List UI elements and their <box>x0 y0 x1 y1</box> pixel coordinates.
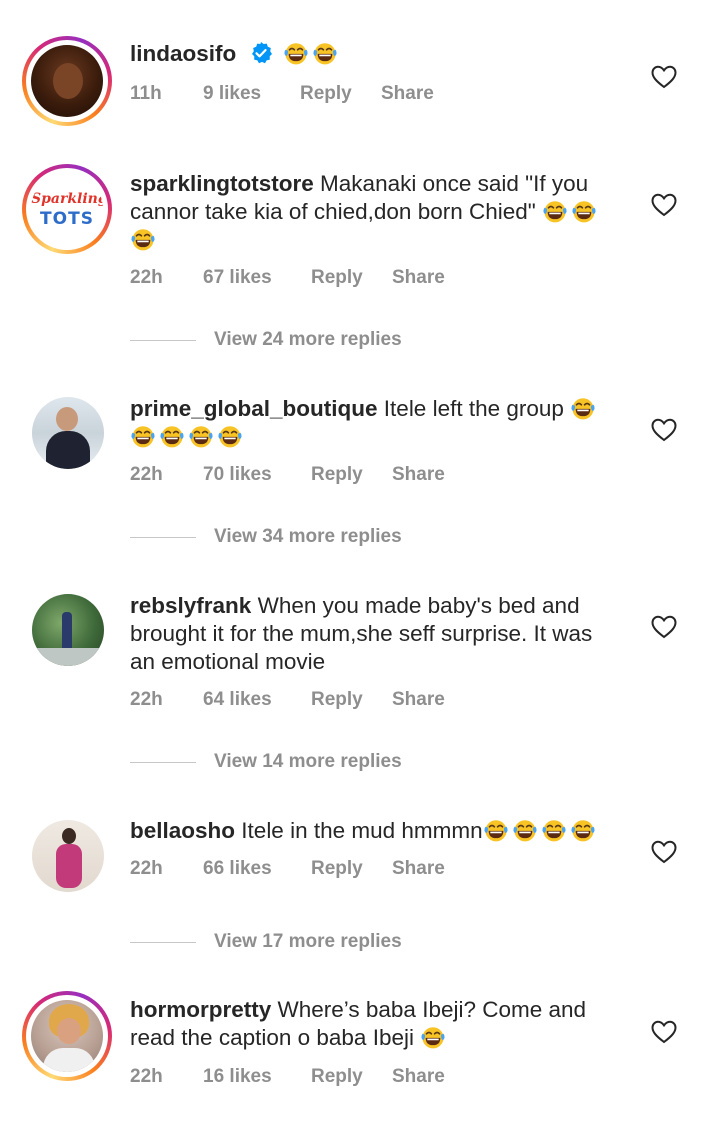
heart-outline-icon[interactable] <box>651 615 677 639</box>
heart-outline-icon[interactable] <box>651 193 677 217</box>
view-replies-label: View 14 more replies <box>214 751 402 772</box>
share-button[interactable]: Share <box>392 267 445 289</box>
username[interactable]: prime_global_boutique <box>130 396 378 421</box>
reply-button[interactable]: Reply <box>311 1066 363 1088</box>
timestamp: 22h <box>130 267 163 288</box>
laughing-tears-emoji-icon <box>130 423 156 449</box>
laughing-tears-emoji-icon <box>541 817 567 843</box>
laughing-tears-emoji-icon <box>483 817 509 843</box>
divider <box>130 537 196 538</box>
share-button[interactable]: Share <box>381 83 434 105</box>
timestamp: 22h <box>130 464 163 485</box>
laughing-tears-emoji-icon <box>571 198 597 224</box>
reply-button[interactable]: Reply <box>300 83 352 105</box>
avatar[interactable] <box>32 594 104 666</box>
timestamp: 11h <box>130 83 162 104</box>
share-button[interactable]: Share <box>392 858 445 880</box>
username[interactable]: lindaosifo <box>130 41 236 66</box>
laughing-tears-emoji-icon <box>283 40 309 66</box>
view-replies-label: View 24 more replies <box>214 329 402 350</box>
likes-count[interactable]: 66 likes <box>203 858 272 880</box>
share-button[interactable]: Share <box>392 464 445 486</box>
laughing-tears-emoji-icon <box>188 423 214 449</box>
username[interactable]: sparklingtotstore <box>130 171 314 196</box>
timestamp: 22h <box>130 858 163 879</box>
likes-count[interactable]: 67 likes <box>203 267 272 289</box>
comment-body: Itele left the group <box>383 396 564 421</box>
laughing-tears-emoji-icon <box>570 395 596 421</box>
avatar-photo <box>32 594 104 666</box>
avatar[interactable] <box>32 397 104 469</box>
avatar-photo <box>32 820 104 892</box>
store-logo: Sparkling TOTS <box>31 173 103 245</box>
share-button[interactable]: Share <box>392 689 445 711</box>
laughing-tears-emoji-icon <box>159 423 185 449</box>
comment-text: rebslyfrank When you made baby's bed and… <box>130 592 620 676</box>
timestamp: 22h <box>130 689 163 710</box>
avatar-photo <box>32 397 104 469</box>
avatar-photo <box>31 45 103 117</box>
laughing-tears-emoji-icon <box>217 423 243 449</box>
logo-text-top: Sparkling <box>31 191 103 207</box>
share-button[interactable]: Share <box>392 1066 445 1088</box>
likes-count[interactable]: 9 likes <box>203 83 261 105</box>
avatar[interactable] <box>32 820 104 892</box>
verified-badge-icon <box>251 42 272 64</box>
laughing-tears-emoji-icon <box>312 40 338 66</box>
logo-text-bottom: TOTS <box>40 209 94 229</box>
laughing-tears-emoji-icon <box>420 1024 446 1050</box>
heart-outline-icon[interactable] <box>651 65 677 89</box>
laughing-tears-emoji-icon <box>570 817 596 843</box>
view-replies-label: View 17 more replies <box>214 931 402 952</box>
reply-button[interactable]: Reply <box>311 267 363 289</box>
heart-outline-icon[interactable] <box>651 840 677 864</box>
comment-text: sparklingtotstore Makanaki once said "If… <box>130 170 620 254</box>
comment-text: bellaosho Itele in the mud hmmmn <box>130 817 620 845</box>
username[interactable]: hormorpretty <box>130 997 271 1022</box>
heart-outline-icon[interactable] <box>651 1020 677 1044</box>
divider <box>130 340 196 341</box>
avatar[interactable]: Sparkling TOTS <box>22 164 112 254</box>
heart-outline-icon[interactable] <box>651 418 677 442</box>
reply-button[interactable]: Reply <box>311 858 363 880</box>
reply-button[interactable]: Reply <box>311 689 363 711</box>
divider <box>130 942 196 943</box>
timestamp: 22h <box>130 1066 163 1087</box>
laughing-tears-emoji-icon <box>130 226 156 252</box>
comment-body: Itele in the mud hmmmn <box>241 818 483 843</box>
comment-text: hormorpretty Where’s baba Ibeji? Come an… <box>130 996 620 1052</box>
likes-count[interactable]: 16 likes <box>203 1066 272 1088</box>
likes-count[interactable]: 70 likes <box>203 464 272 486</box>
username[interactable]: rebslyfrank <box>130 593 251 618</box>
avatar-photo <box>31 1000 103 1072</box>
reply-button[interactable]: Reply <box>311 464 363 486</box>
username[interactable]: bellaosho <box>130 818 235 843</box>
avatar[interactable] <box>22 991 112 1081</box>
view-replies-label: View 34 more replies <box>214 526 402 547</box>
avatar[interactable] <box>22 36 112 126</box>
laughing-tears-emoji-icon <box>512 817 538 843</box>
laughing-tears-emoji-icon <box>542 198 568 224</box>
divider <box>130 762 196 763</box>
likes-count[interactable]: 64 likes <box>203 689 272 711</box>
comment-text: lindaosifo <box>130 40 620 68</box>
comment-text: prime_global_boutique Itele left the gro… <box>130 395 620 451</box>
